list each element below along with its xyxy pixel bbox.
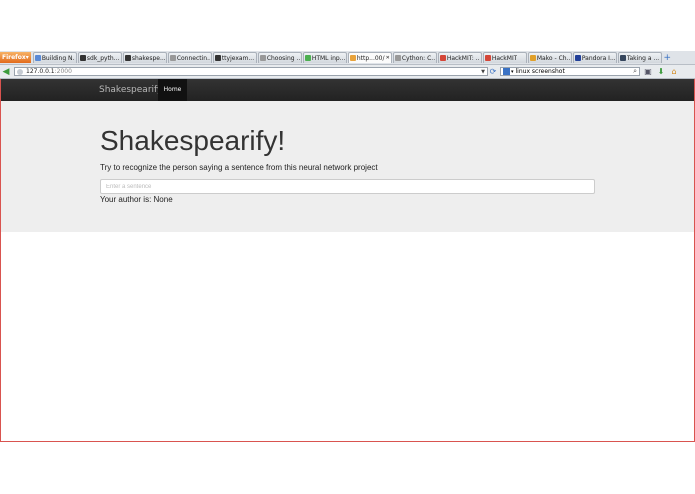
firefox-menu-button[interactable]: Firefox ▾ <box>0 52 31 63</box>
url-dropdown-icon[interactable]: ▼ <box>481 69 485 75</box>
browser-tab[interactable]: shakespe... <box>122 52 167 63</box>
url-host: 127.0.0.1 <box>26 68 55 75</box>
github-icon <box>79 55 86 61</box>
chevron-down-icon[interactable]: ▾ <box>511 69 514 75</box>
loading-icon <box>349 55 356 61</box>
download-icon[interactable]: ⬇ <box>656 67 666 76</box>
reload-icon[interactable]: ⟳ <box>488 67 498 76</box>
nav-item-home[interactable]: Home <box>158 79 187 101</box>
close-tab-icon[interactable]: ✕ <box>386 55 390 61</box>
back-arrow-icon[interactable]: ◀ <box>0 67 12 77</box>
page-icon <box>394 55 401 61</box>
tumblr-icon <box>619 55 626 61</box>
search-value: linux screenshot <box>515 68 565 75</box>
browser-tab[interactable]: Taking a ... <box>617 52 662 63</box>
sentence-input[interactable] <box>100 179 595 194</box>
browser-tab[interactable]: HTML inp... <box>302 52 347 63</box>
tab-label: Mako - Ch... <box>536 54 570 62</box>
browser-tab[interactable]: Connectin... <box>167 52 212 63</box>
tab-label: HackMIT <box>491 54 518 62</box>
tab-label: HackMIT: ... <box>446 54 480 62</box>
browser-tab[interactable]: Cython: C... <box>392 52 437 63</box>
tab-label: HTML inp... <box>311 54 345 62</box>
browser-tab[interactable]: HackMIT: ... <box>437 52 482 63</box>
github-icon <box>124 55 131 61</box>
tab-label: shakespe... <box>131 54 165 62</box>
browser-tab[interactable]: HackMIT <box>482 52 527 63</box>
github-icon <box>214 55 221 61</box>
home-icon[interactable]: ⌂ <box>669 67 679 76</box>
bookmarks-menu-icon[interactable]: ▣ <box>643 67 653 76</box>
browser-tab[interactable]: Mako - Ch... <box>527 52 572 63</box>
tab-label: Building N... <box>41 54 75 62</box>
jumbotron: Shakespearify! Try to recognize the pers… <box>1 101 694 232</box>
page-icon <box>259 55 266 61</box>
tab-label: Cython: C... <box>401 54 435 62</box>
search-engine-icon[interactable] <box>503 68 510 75</box>
browser-tab[interactable]: Building N... <box>32 52 77 63</box>
browser-tab[interactable]: ttyjexam... <box>212 52 257 63</box>
browser-tab[interactable]: sdk_pyth... <box>77 52 122 63</box>
tab-label: Taking a ... <box>626 54 660 62</box>
gmail-icon <box>484 55 491 61</box>
url-port: :2000 <box>54 68 72 75</box>
new-tab-icon[interactable]: + <box>663 52 672 63</box>
brand-link[interactable]: Shakespearify <box>99 79 162 101</box>
browser-tab[interactable]: http...00/✕ <box>347 52 392 63</box>
tab-bar: Firefox ▾ Building N... sdk_pyth... shakes… <box>0 51 695 65</box>
site-navbar: Shakespearify Home <box>1 79 694 101</box>
tab-label: sdk_pyth... <box>86 54 120 62</box>
site-identity-icon[interactable] <box>17 68 23 75</box>
url-bar[interactable]: 127.0.0.1 :2000 ▼ <box>14 67 488 76</box>
pandora-icon <box>574 55 581 61</box>
tab-label: http...00/ <box>356 54 385 62</box>
gmail-icon <box>439 55 446 61</box>
python-icon <box>529 55 536 61</box>
author-result: Your author is: None <box>100 195 173 204</box>
page-subtitle: Try to recognize the person saying a sen… <box>100 163 378 172</box>
tab-label: Choosing ... <box>266 54 300 62</box>
page-title: Shakespearify! <box>100 125 286 156</box>
browser-tab[interactable]: Choosing ... <box>257 52 302 63</box>
search-icon[interactable]: ⌕ <box>633 67 637 76</box>
page-icon <box>169 55 176 61</box>
tab-label: Connectin... <box>176 54 210 62</box>
tab-label: ttyjexam... <box>221 54 255 62</box>
browser-tab[interactable]: Pandora I... <box>572 52 617 63</box>
search-bar[interactable]: ▾ linux screenshot ⌕ <box>500 67 640 76</box>
navigation-toolbar: ◀ 127.0.0.1 :2000 ▼ ⟳ ▾ linux screenshot… <box>0 65 695 79</box>
firefox-menu-label: Firefox <box>2 54 26 61</box>
w3-icon <box>304 55 311 61</box>
globe-icon <box>34 55 41 61</box>
chevron-down-icon: ▾ <box>25 54 29 61</box>
tab-label: Pandora I... <box>581 54 615 62</box>
